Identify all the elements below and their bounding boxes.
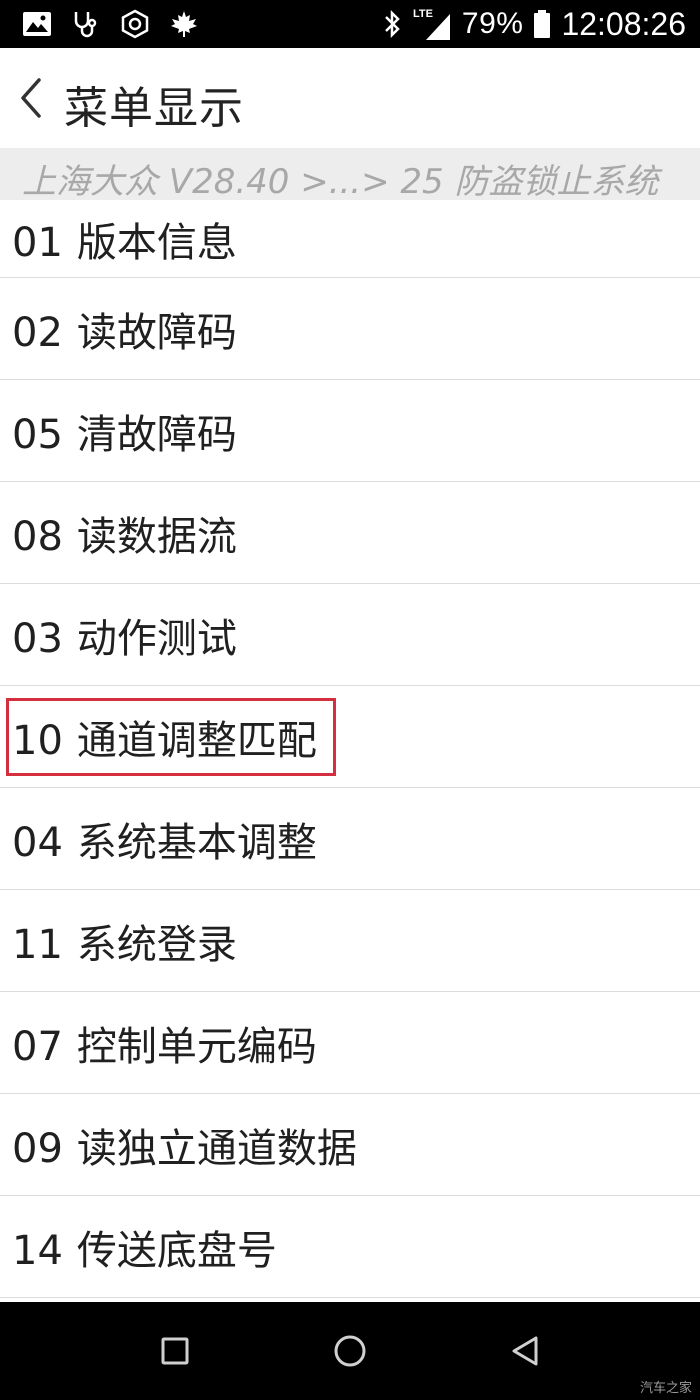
menu-item-label: 版本信息 [76, 219, 237, 266]
menu-item-code: 11 [12, 921, 63, 968]
menu-item-version-info[interactable]: 01 版本信息 [0, 200, 700, 278]
menu-item-system-login[interactable]: 11 系统登录 [0, 890, 700, 992]
recents-button[interactable] [155, 1331, 195, 1371]
bluetooth-icon [382, 9, 402, 39]
menu-item-code: 07 [12, 1023, 63, 1070]
status-bar: LTE 79% 12:08:26 [0, 0, 700, 48]
menu-item-channel-adaptation[interactable]: 10 通道调整匹配 [0, 686, 700, 788]
menu-item-label: 通道调整匹配 [76, 717, 317, 764]
menu-item-label: 系统登录 [76, 921, 237, 968]
maple-leaf-icon [167, 8, 201, 40]
menu-item-label: 控制单元编码 [76, 1023, 317, 1070]
navigation-bar: 汽车之家 [0, 1302, 700, 1400]
menu-item-code: 08 [12, 513, 63, 560]
hexagon-nut-icon [118, 8, 152, 40]
menu-item-code: 05 [12, 411, 63, 458]
square-recents-icon [161, 1337, 189, 1365]
system-indicators: LTE 79% 12:08:26 [382, 0, 686, 48]
menu-item-read-fault-codes[interactable]: 02 读故障码 [0, 278, 700, 380]
back-nav-button[interactable] [505, 1331, 545, 1371]
menu-item-actuator-test[interactable]: 03 动作测试 [0, 584, 700, 686]
menu-item-code: 02 [12, 309, 63, 356]
watermark: 汽车之家 [639, 1381, 692, 1396]
menu-item-label: 读故障码 [76, 309, 237, 356]
image-icon [20, 8, 54, 40]
page-title: 菜单显示 [64, 83, 244, 134]
menu-item-control-unit-coding[interactable]: 07 控制单元编码 [0, 992, 700, 1094]
back-button[interactable] [6, 68, 56, 128]
menu-item-clear-fault-codes[interactable]: 05 清故障码 [0, 380, 700, 482]
menu-item-basic-setting[interactable]: 04 系统基本调整 [0, 788, 700, 890]
chevron-left-icon [21, 78, 41, 118]
notification-icons [20, 8, 216, 40]
menu-item-code: 09 [12, 1125, 63, 1172]
breadcrumb-text: 上海大众 V28.40 >...> 25 防盗锁止系统 [22, 162, 659, 202]
menu-item-code: 14 [12, 1227, 63, 1274]
clock: 12:08:26 [561, 5, 686, 42]
menu-item-label: 清故障码 [76, 411, 237, 458]
battery-percent: 79% [461, 7, 524, 40]
triangle-back-icon [512, 1336, 538, 1366]
menu-item-label: 动作测试 [76, 615, 237, 662]
lte-signal-icon: LTE [412, 6, 452, 42]
circle-home-icon [334, 1335, 366, 1367]
app-bar: 菜单显示 [0, 48, 700, 148]
menu-item-transfer-vin[interactable]: 14 传送底盘号 [0, 1196, 700, 1298]
breadcrumb: 上海大众 V28.40 >...> 25 防盗锁止系统 [0, 148, 700, 202]
menu-item-code: 01 [12, 219, 63, 266]
menu-item-label: 读独立通道数据 [76, 1125, 357, 1172]
menu-list: 01 版本信息 02 读故障码 05 清故障码 08 读数据流 03 动作测试 10 通道调… [0, 200, 700, 1298]
menu-item-code: 03 [12, 615, 63, 662]
menu-item-code: 04 [12, 819, 63, 866]
battery-icon [533, 9, 551, 39]
menu-item-read-individual-channel[interactable]: 09 读独立通道数据 [0, 1094, 700, 1196]
menu-item-label: 传送底盘号 [76, 1227, 277, 1274]
svg-text:LTE: LTE [413, 8, 433, 20]
menu-item-label: 读数据流 [76, 513, 237, 560]
home-button[interactable] [330, 1331, 370, 1371]
menu-item-read-data-stream[interactable]: 08 读数据流 [0, 482, 700, 584]
stethoscope-icon [69, 8, 103, 40]
menu-item-label: 系统基本调整 [76, 819, 317, 866]
menu-item-code: 10 [12, 717, 63, 764]
